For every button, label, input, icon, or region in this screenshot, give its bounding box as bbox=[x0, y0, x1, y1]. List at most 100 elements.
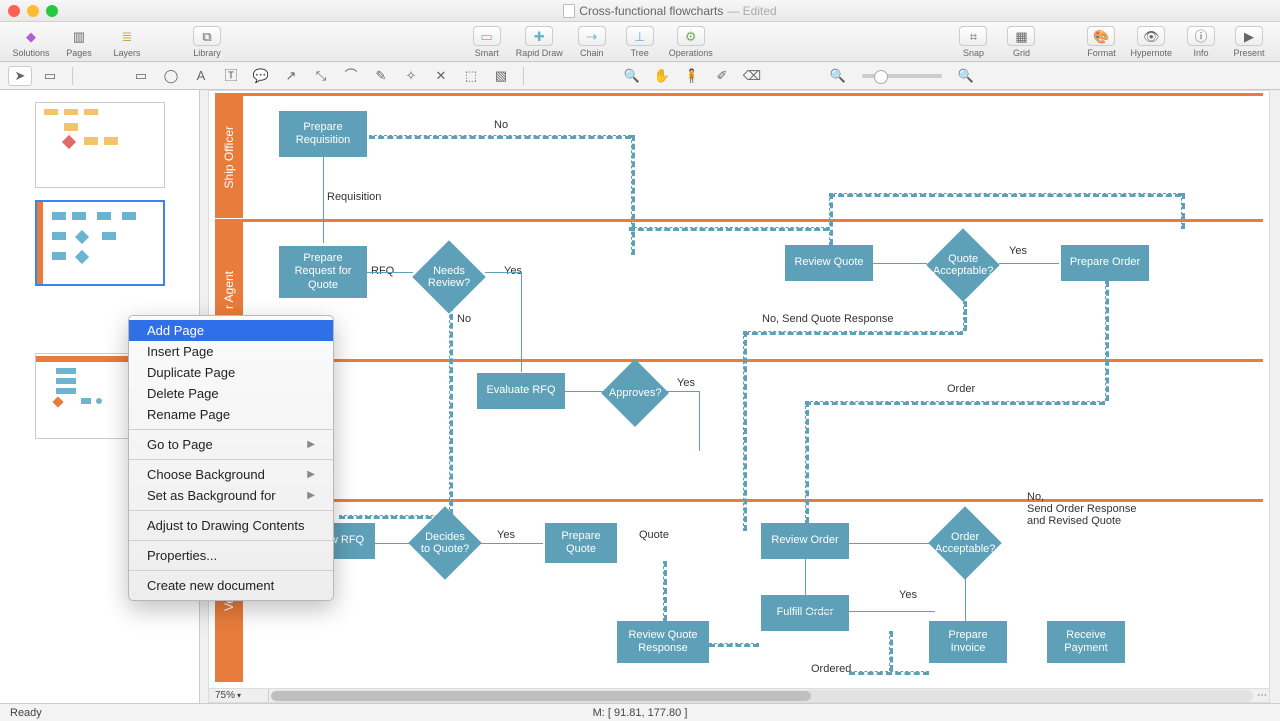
page-thumb-2[interactable] bbox=[35, 200, 165, 286]
shape-prepare-order[interactable]: Prepare Order bbox=[1061, 245, 1149, 281]
window-title: Cross-functional flowcharts bbox=[579, 4, 723, 18]
chevron-right-icon: ▶ bbox=[307, 469, 315, 480]
layers-button[interactable]: ≣Layers bbox=[104, 25, 150, 59]
lane-ship-officer[interactable]: Ship Officer bbox=[215, 96, 243, 218]
hypernote-button[interactable]: 👁Hypernote bbox=[1126, 25, 1176, 59]
titlebar: Cross-functional flowcharts — Edited bbox=[0, 0, 1280, 22]
ctx-set-background-for[interactable]: Set as Background for▶ bbox=[129, 485, 333, 506]
label-requisition: Requisition bbox=[327, 191, 381, 203]
ellipse-tool[interactable]: ◯ bbox=[159, 66, 183, 86]
close-icon[interactable] bbox=[8, 5, 20, 17]
canvas-area[interactable]: Ship Officer r Agent Vendor Prepare Requ… bbox=[200, 90, 1280, 703]
ctx-adjust-contents[interactable]: Adjust to Drawing Contents bbox=[129, 515, 333, 536]
info-button[interactable]: ⓘInfo bbox=[1178, 25, 1224, 59]
smart-button[interactable]: ▭Smart bbox=[464, 25, 510, 59]
lane-ship-label: Ship Officer bbox=[222, 126, 236, 188]
chevron-right-icon: ▶ bbox=[307, 439, 315, 450]
ctx-rename-page[interactable]: Rename Page bbox=[129, 404, 333, 425]
rect-tool[interactable]: ▭ bbox=[129, 66, 153, 86]
layers-label: Layers bbox=[113, 48, 140, 58]
zoom-icon[interactable] bbox=[46, 5, 58, 17]
minimize-icon[interactable] bbox=[27, 5, 39, 17]
zoom-tool[interactable]: 🔍 bbox=[620, 66, 644, 86]
format-label: Format bbox=[1087, 48, 1116, 58]
zoom-display[interactable]: 75%▾ bbox=[209, 689, 269, 702]
line-tool[interactable]: ↗ bbox=[279, 66, 303, 86]
shape-prepare-invoice[interactable]: Prepare Invoice bbox=[929, 621, 1007, 663]
shape-order-acceptable[interactable]: Order Acceptable? bbox=[928, 506, 1002, 580]
horizontal-scrollbar[interactable] bbox=[271, 690, 1253, 702]
label-no-2: No bbox=[457, 313, 471, 325]
tree-button[interactable]: ⊥Tree bbox=[617, 25, 663, 59]
fill-tool[interactable]: ▧ bbox=[489, 66, 513, 86]
ctx-choose-background[interactable]: Choose Background▶ bbox=[129, 464, 333, 485]
ctx-delete-page[interactable]: Delete Page bbox=[129, 383, 333, 404]
label-ordered: Ordered bbox=[811, 663, 851, 675]
shape-review-quote[interactable]: Review Quote bbox=[785, 245, 873, 281]
present-button[interactable]: ▶Present bbox=[1226, 25, 1272, 59]
label-yes-3: Yes bbox=[1009, 245, 1027, 257]
window-controls[interactable] bbox=[8, 5, 58, 17]
label-nosend2: No, Send Order Response and Revised Quot… bbox=[1027, 491, 1136, 527]
library-button[interactable]: ⧉Library bbox=[184, 25, 230, 59]
chain-button[interactable]: ⇢Chain bbox=[569, 25, 615, 59]
chevron-right-icon: ▶ bbox=[307, 490, 315, 501]
chain-label: Chain bbox=[580, 48, 604, 58]
text-tool[interactable]: A bbox=[189, 66, 213, 86]
pen-tool[interactable]: ✎ bbox=[369, 66, 393, 86]
grid-button[interactable]: ▦Grid bbox=[998, 25, 1044, 59]
shape-prepare-rfq[interactable]: Prepare Request for Quote bbox=[279, 246, 367, 298]
shape-prepare-requisition[interactable]: Prepare Requisition bbox=[279, 111, 367, 157]
textbox-tool[interactable]: 🅃 bbox=[219, 66, 243, 86]
zoom-out-button[interactable]: 🔍 bbox=[826, 66, 850, 86]
scroll-right-button[interactable]: ⋯ bbox=[1255, 690, 1269, 701]
eyedrop-tool[interactable]: ✐ bbox=[710, 66, 734, 86]
format-button[interactable]: 🎨Format bbox=[1078, 25, 1124, 59]
edited-label: — Edited bbox=[727, 4, 776, 18]
shape-needs-review[interactable]: Needs Review? bbox=[412, 240, 486, 314]
zoom-in-button[interactable]: 🔍 bbox=[954, 66, 978, 86]
region-tool[interactable]: ⬚ bbox=[459, 66, 483, 86]
pan-tool[interactable]: ✋ bbox=[650, 66, 674, 86]
ctx-add-page[interactable]: Add Page bbox=[129, 320, 333, 341]
snap-button[interactable]: ⌗Snap bbox=[950, 25, 996, 59]
page-thumb-1[interactable] bbox=[35, 102, 165, 188]
select-rect-tool[interactable]: ▭ bbox=[38, 66, 62, 86]
shape-approves[interactable]: Approves? bbox=[601, 359, 669, 427]
edit-tool[interactable]: ✧ bbox=[399, 66, 423, 86]
shape-evaluate-rfq[interactable]: Evaluate RFQ bbox=[477, 373, 565, 409]
pointer-tool[interactable]: ➤ bbox=[8, 66, 32, 86]
shape-receive-payment[interactable]: Receive Payment bbox=[1047, 621, 1125, 663]
arc-tool[interactable]: ⌒ bbox=[339, 66, 363, 86]
ctx-goto-page[interactable]: Go to Page▶ bbox=[129, 434, 333, 455]
callout-tool[interactable]: 💬 bbox=[249, 66, 273, 86]
zoom-slider[interactable] bbox=[862, 74, 942, 78]
shape-review-order[interactable]: Review Order bbox=[761, 523, 849, 559]
ctx-create-new-document[interactable]: Create new document bbox=[129, 575, 333, 596]
eraser-tool[interactable]: ⌫ bbox=[740, 66, 764, 86]
operations-button[interactable]: ⚙Operations bbox=[665, 25, 717, 59]
stamp-tool[interactable]: 🧍 bbox=[680, 66, 704, 86]
shape-prepare-quote[interactable]: Prepare Quote bbox=[545, 523, 617, 563]
drawing-canvas[interactable]: Ship Officer r Agent Vendor Prepare Requ… bbox=[208, 90, 1270, 689]
library-label: Library bbox=[193, 48, 221, 58]
ctx-insert-page[interactable]: Insert Page bbox=[129, 341, 333, 362]
lane-agent-label: r Agent bbox=[222, 271, 236, 309]
rapiddraw-label: Rapid Draw bbox=[516, 48, 563, 58]
operations-label: Operations bbox=[669, 48, 713, 58]
anchor-tool[interactable]: ✕ bbox=[429, 66, 453, 86]
shape-fulfill-order[interactable]: Fulfill Order bbox=[761, 595, 849, 631]
info-label: Info bbox=[1193, 48, 1208, 58]
rapiddraw-button[interactable]: ✚Rapid Draw bbox=[512, 25, 567, 59]
solutions-button[interactable]: ◆Solutions bbox=[8, 25, 54, 59]
tree-label: Tree bbox=[631, 48, 649, 58]
shape-quote-acceptable[interactable]: Quote Acceptable? bbox=[926, 228, 1000, 302]
grid-label: Grid bbox=[1013, 48, 1030, 58]
ctx-duplicate-page[interactable]: Duplicate Page bbox=[129, 362, 333, 383]
connector-tool[interactable]: ⤡ bbox=[309, 66, 333, 86]
pages-button[interactable]: ▥Pages bbox=[56, 25, 102, 59]
ctx-properties[interactable]: Properties... bbox=[129, 545, 333, 566]
canvas-footer: 75%▾ ⋯ bbox=[208, 689, 1270, 703]
shape-review-quote-response[interactable]: Review Quote Response bbox=[617, 621, 709, 663]
label-yes-2: Yes bbox=[677, 377, 695, 389]
